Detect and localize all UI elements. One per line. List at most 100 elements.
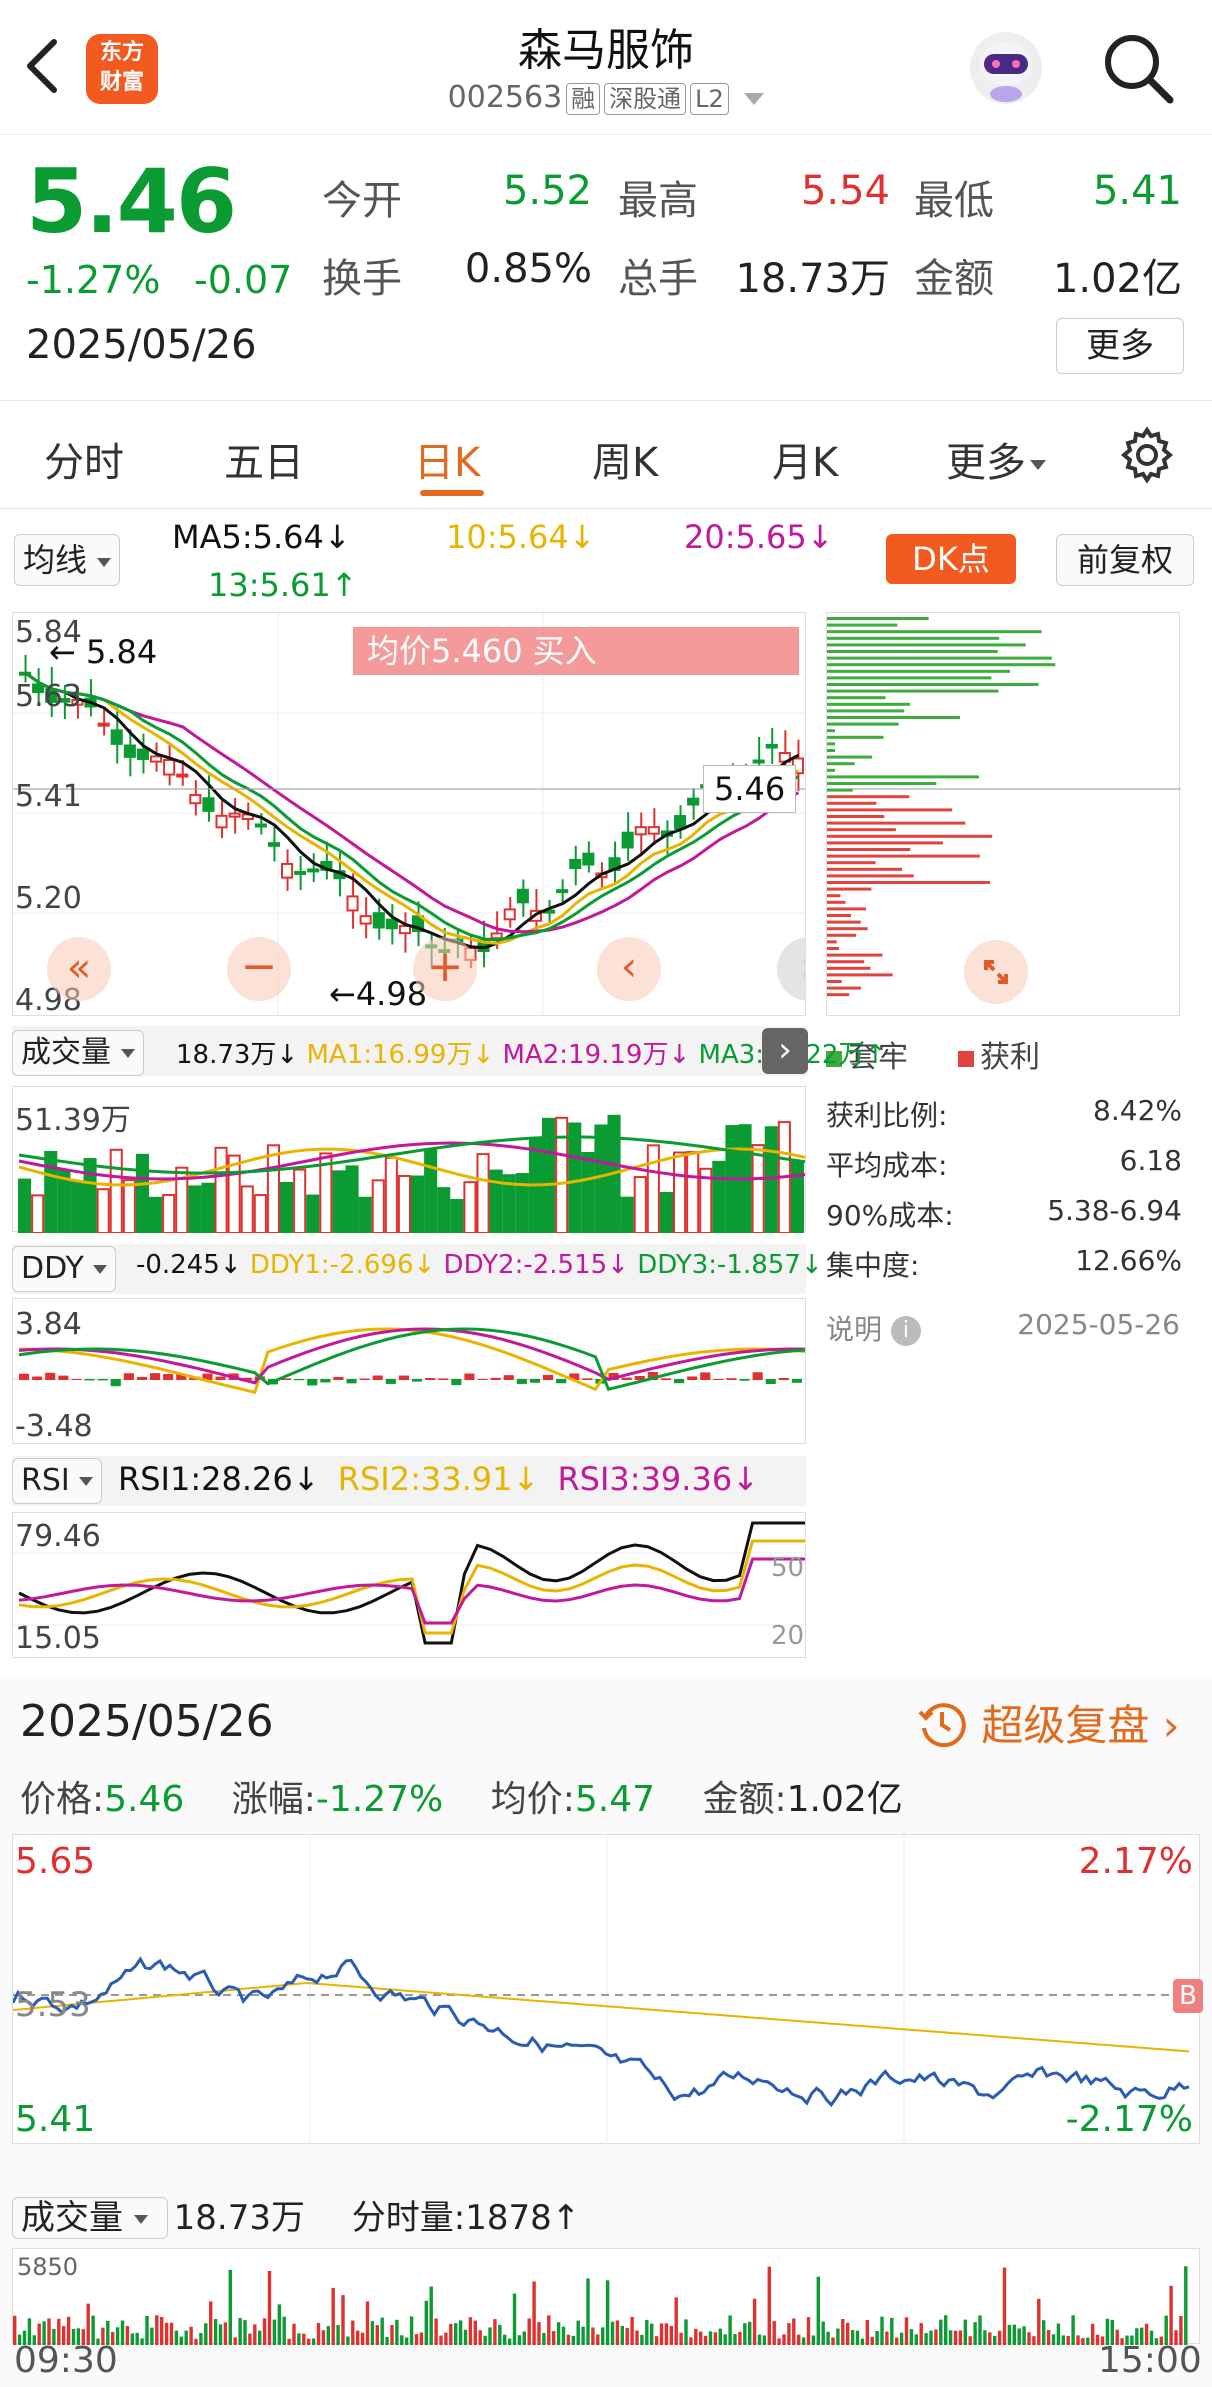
volume-bar: [307, 2338, 311, 2345]
candle-body: [307, 868, 320, 873]
ddy-bar: [791, 1379, 802, 1383]
zoom-out-icon[interactable]: −: [227, 937, 291, 1001]
chip-bar: [827, 630, 1042, 634]
dropdown-icon[interactable]: [744, 92, 765, 105]
search-icon[interactable]: [1100, 30, 1176, 106]
volume-bar: [924, 2333, 928, 2345]
volume-max-label: 51.39万: [15, 1103, 131, 1138]
volume-bar: [895, 2337, 899, 2345]
caret-down-icon: [1030, 460, 1046, 470]
tab-five-day[interactable]: 五日: [224, 430, 304, 488]
volume-bar: [272, 2319, 277, 2345]
candle-body: [490, 932, 503, 940]
volume-bar: [581, 1151, 595, 1234]
avg-price-banner[interactable]: 均价5.460 买入: [353, 627, 799, 675]
volume-bar: [703, 2335, 708, 2345]
intraday-volume-chart[interactable]: 5850: [12, 2248, 1200, 2345]
volume-bar: [384, 1156, 398, 1234]
robot-assistant-icon[interactable]: [966, 28, 1046, 108]
volume-selector[interactable]: 成交量: [12, 1030, 144, 1076]
volume-bar: [664, 2323, 669, 2345]
volume-bar: [83, 1158, 97, 1234]
candle-body: [647, 826, 660, 835]
fullscreen-icon[interactable]: [964, 940, 1028, 1004]
volume-bar: [1012, 2324, 1016, 2345]
intraday-volume-max: 5850: [17, 2253, 79, 2281]
tab-weekly-k[interactable]: 周K: [592, 430, 658, 488]
chevron-right-icon: ›: [1162, 1701, 1180, 1750]
tag-connect: 深股通: [604, 83, 687, 115]
ddy-selector[interactable]: DDY: [12, 1246, 117, 1292]
intraday-chart[interactable]: 5.65 5.53 5.41 2.17% -2.17% B: [11, 1834, 1203, 2145]
quote-date: 2025/05/26: [26, 322, 257, 368]
candle-body: [621, 831, 634, 849]
settings-icon[interactable]: [1118, 426, 1176, 484]
intraday-volume-selector[interactable]: 成交量: [12, 2197, 168, 2239]
tab-daily-k[interactable]: 日K: [414, 430, 480, 488]
chip-bar: [827, 914, 852, 917]
tab-more[interactable]: 更多: [946, 430, 1046, 488]
volume-current: 18.73万↓: [176, 1040, 299, 1070]
volume-bar: [767, 2266, 771, 2345]
volume-bar: [311, 2338, 316, 2345]
chip-bar: [827, 623, 898, 627]
kline-chart[interactable]: 5.84 5.63 5.41 5.20 4.98 ← 5.84 ←4.98 均价…: [12, 612, 806, 1016]
volume-bar: [718, 2328, 722, 2345]
candle-body: [359, 915, 372, 925]
dk-button[interactable]: DK点: [886, 534, 1016, 584]
volume-bar: [444, 2332, 448, 2345]
volume-chart[interactable]: 51.39万: [12, 1086, 806, 1235]
chip-stat-row: 90%成本: 5.38-6.94: [826, 1194, 1182, 1244]
collapse-panel-icon[interactable]: ›: [762, 1028, 808, 1074]
volume-bar: [594, 1124, 608, 1234]
ddy-bar: [215, 1376, 226, 1380]
chip-bar: [827, 907, 867, 911]
volume-bar: [899, 2332, 904, 2345]
volume-bar: [792, 2318, 796, 2345]
tab-monthly-k[interactable]: 月K: [772, 430, 838, 488]
volume-bar: [1027, 2332, 1031, 2345]
current-price-marker: 5.46: [703, 765, 797, 813]
rsi-selector[interactable]: RSI: [12, 1458, 103, 1504]
volume-bar: [125, 2325, 130, 2345]
volume-bar: [752, 2298, 757, 2345]
volume-bar: [517, 2335, 522, 2345]
volume-bar: [397, 1175, 411, 1234]
volume-bar: [674, 2297, 678, 2345]
restore-rights-button[interactable]: 前复权: [1056, 534, 1194, 586]
ddy-chart[interactable]: 3.84 -3.48: [12, 1298, 807, 1444]
tab-intraday[interactable]: 分时: [44, 430, 124, 488]
ddy-bar: [713, 1378, 724, 1380]
ddy-svg: [13, 1327, 807, 1395]
volume-bar: [140, 2338, 144, 2345]
chart-left-nav-icon[interactable]: «: [47, 937, 111, 1001]
ma-selector[interactable]: 均线: [14, 534, 121, 586]
rsi1-value: RSI1:28.26↓: [118, 1460, 320, 1498]
chip-bar: [827, 933, 857, 937]
ddy-bar: [71, 1378, 82, 1380]
tab-active-underline: [420, 490, 484, 496]
volume-bar: [434, 2318, 438, 2345]
volume-bar: [507, 2338, 512, 2345]
candle-body: [582, 852, 595, 866]
volume-bar: [150, 2327, 154, 2345]
super-replay-button[interactable]: 超级复盘 ›: [916, 1692, 1180, 1760]
chip-bar: [827, 702, 911, 706]
chart-back-icon[interactable]: ‹: [597, 937, 661, 1001]
chip-bar: [827, 742, 835, 746]
volume-bar: [712, 1160, 726, 1234]
rsi-chart[interactable]: 79.46 15.05 50 20: [12, 1512, 807, 1658]
chip-bar: [827, 683, 1039, 686]
volume-bar: [522, 2331, 526, 2345]
chip-bar: [827, 940, 837, 944]
volume-bar: [458, 2320, 463, 2345]
change-value: -1.27%: [315, 1779, 444, 1820]
more-button[interactable]: 更多: [1056, 318, 1184, 374]
zoom-in-icon[interactable]: +: [413, 937, 477, 1001]
volume-bar: [1007, 2324, 1012, 2345]
volume-bar: [1037, 2298, 1041, 2345]
chip-stat-row: 获利比例: 8.42%: [826, 1094, 1182, 1144]
dk-button-label: DK点: [912, 540, 990, 578]
candle-body: [687, 797, 700, 806]
ddy-bar: [778, 1378, 789, 1380]
